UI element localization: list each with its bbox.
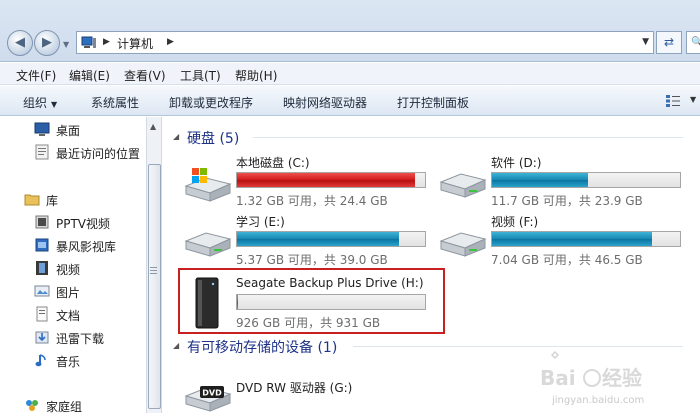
group-title: 有可移动存储的设备 (1) bbox=[187, 340, 338, 356]
organize-label: 组织 bbox=[23, 96, 48, 110]
drive-item-c[interactable]: 本地磁盘 (C:) 1.32 GB 可用，共 24.4 GB bbox=[182, 154, 442, 216]
hard-drive-icon bbox=[439, 173, 487, 198]
drive-name: 软件 (D:) bbox=[491, 156, 542, 170]
change-view-icon[interactable] bbox=[666, 95, 680, 107]
nav-item-label: 迅雷下载 bbox=[56, 332, 105, 346]
breadcrumb-separator-icon[interactable]: ▶ bbox=[167, 37, 174, 47]
menu-tools[interactable]: 工具(T) bbox=[180, 67, 221, 84]
drive-usage-bar bbox=[236, 231, 426, 247]
refresh-button[interactable]: ⇄ bbox=[656, 31, 682, 54]
watermark-url: jingyan.baidu.com bbox=[552, 395, 645, 406]
svg-text:Bai: Bai bbox=[540, 366, 576, 390]
breadcrumb-separator-icon[interactable]: ▶ bbox=[103, 37, 110, 47]
back-button[interactable]: ◀ bbox=[7, 30, 33, 56]
drive-item-d[interactable]: 软件 (D:) 11.7 GB 可用，共 23.9 GB bbox=[437, 154, 697, 216]
hard-drive-icon bbox=[439, 232, 487, 257]
drive-item-f[interactable]: 视频 (F:) 7.04 GB 可用，共 46.5 GB bbox=[437, 213, 697, 275]
drive-space-info: 1.32 GB 可用，共 24.4 GB bbox=[236, 194, 388, 208]
menu-edit[interactable]: 编辑(E) bbox=[69, 67, 110, 84]
video-library-icon bbox=[35, 238, 49, 252]
drive-name: 学习 (E:) bbox=[236, 215, 285, 229]
breadcrumb-computer[interactable]: 计算机 bbox=[117, 35, 153, 52]
drive-usage-fill bbox=[237, 232, 400, 246]
music-note-icon bbox=[35, 354, 46, 367]
dvd-badge-label: DVD bbox=[202, 389, 222, 398]
uninstall-program-button[interactable]: 卸载或更改程序 bbox=[169, 94, 253, 111]
organize-button[interactable]: 组织 ▼ bbox=[23, 94, 57, 111]
picture-icon bbox=[34, 285, 50, 297]
group-title: 硬盘 (5) bbox=[187, 131, 240, 147]
search-input[interactable]: 🔍 bbox=[686, 31, 700, 54]
drive-usage-fill bbox=[492, 232, 652, 246]
nav-item-label: 最近访问的位置 bbox=[56, 147, 141, 161]
nav-item-label: 音乐 bbox=[56, 355, 81, 369]
nav-item-label: 图片 bbox=[56, 286, 81, 300]
drive-usage-fill bbox=[492, 173, 588, 187]
nav-item-label: 文档 bbox=[56, 309, 81, 323]
film-icon bbox=[36, 261, 48, 275]
drive-usage-bar bbox=[236, 172, 426, 188]
scrollbar-grip-icon bbox=[150, 267, 157, 275]
video-library-icon bbox=[35, 215, 49, 229]
command-toolbar: 组织 ▼ 系统属性 卸载或更改程序 映射网络驱动器 打开控制面板 ▼ bbox=[0, 86, 700, 116]
dvd-drive-icon: DVD bbox=[184, 386, 232, 412]
menu-view[interactable]: 查看(V) bbox=[124, 67, 166, 84]
drive-name: DVD RW 驱动器 (G:) bbox=[236, 381, 353, 395]
drive-space-info: 7.04 GB 可用，共 46.5 GB bbox=[491, 253, 643, 267]
system-properties-button[interactable]: 系统属性 bbox=[91, 94, 139, 111]
drive-item-g[interactable]: DVD DVD RW 驱动器 (G:) bbox=[182, 372, 442, 413]
menu-help[interactable]: 帮助(H) bbox=[235, 67, 277, 84]
nav-pane-scrollbar[interactable]: ▲ bbox=[146, 117, 162, 413]
drive-usage-fill bbox=[237, 173, 415, 187]
drive-name: 视频 (F:) bbox=[491, 215, 539, 229]
library-folder-icon bbox=[24, 194, 40, 206]
drive-item-e[interactable]: 学习 (E:) 5.37 GB 可用，共 39.0 GB bbox=[182, 213, 442, 275]
drive-usage-bar bbox=[491, 231, 681, 247]
group-header-hard-disks[interactable]: ◢ 硬盘 (5) bbox=[163, 127, 693, 147]
hard-drive-icon bbox=[184, 232, 232, 257]
windows-drive-icon bbox=[184, 168, 232, 202]
nav-item-label: 暴风影视库 bbox=[56, 240, 117, 254]
menu-bar: 文件(F) 编辑(E) 查看(V) 工具(T) 帮助(H) bbox=[0, 63, 700, 85]
menu-file[interactable]: 文件(F) bbox=[16, 67, 56, 84]
drive-name: 本地磁盘 (C:) bbox=[236, 156, 310, 170]
homegroup-icon bbox=[26, 400, 38, 411]
nav-item-label: 桌面 bbox=[56, 124, 81, 138]
recent-pages-dropdown[interactable]: ▼ bbox=[63, 40, 73, 50]
map-network-drive-button[interactable]: 映射网络驱动器 bbox=[283, 94, 367, 111]
annotation-highlight-box bbox=[178, 268, 445, 334]
address-bar-row: ◀ ▶ ▼ ▶ 计算机 ▶ ▼ ⇄ 🔍 bbox=[0, 0, 700, 62]
nav-item-label: 家庭组 bbox=[46, 400, 83, 413]
document-icon bbox=[36, 306, 48, 322]
chevron-down-icon: ▼ bbox=[51, 100, 58, 109]
scrollbar-thumb[interactable] bbox=[148, 164, 161, 409]
nav-item-label: 视频 bbox=[56, 263, 81, 277]
nav-item-label: PPTV视频 bbox=[56, 217, 111, 231]
drive-usage-bar bbox=[491, 172, 681, 188]
group-divider bbox=[353, 346, 683, 347]
collapse-triangle-icon[interactable]: ◢ bbox=[173, 341, 179, 350]
address-field[interactable]: ▶ 计算机 ▶ ▼ bbox=[76, 31, 654, 54]
computer-icon bbox=[81, 36, 96, 48]
recent-places-icon bbox=[35, 144, 49, 160]
svg-text:经验: 经验 bbox=[602, 366, 642, 390]
nav-item-label: 库 bbox=[46, 194, 59, 208]
view-options-dropdown-icon[interactable]: ▼ bbox=[690, 95, 696, 104]
open-control-panel-button[interactable]: 打开控制面板 bbox=[397, 94, 469, 111]
navigation-pane: 桌面 最近访问的位置 库 PPTV视频 暴风影视库 视频 图片 文档 迅雷下载 bbox=[0, 117, 146, 413]
address-history-dropdown-icon[interactable]: ▼ bbox=[642, 37, 649, 47]
desktop-icon bbox=[34, 122, 50, 136]
collapse-triangle-icon[interactable]: ◢ bbox=[173, 132, 179, 141]
drive-space-info: 5.37 GB 可用，共 39.0 GB bbox=[236, 253, 388, 267]
scroll-up-arrow-icon[interactable]: ▲ bbox=[150, 122, 156, 131]
drive-space-info: 11.7 GB 可用，共 23.9 GB bbox=[491, 194, 643, 208]
forward-button[interactable]: ▶ bbox=[34, 30, 60, 56]
download-folder-icon bbox=[35, 331, 49, 344]
group-divider bbox=[253, 137, 683, 138]
